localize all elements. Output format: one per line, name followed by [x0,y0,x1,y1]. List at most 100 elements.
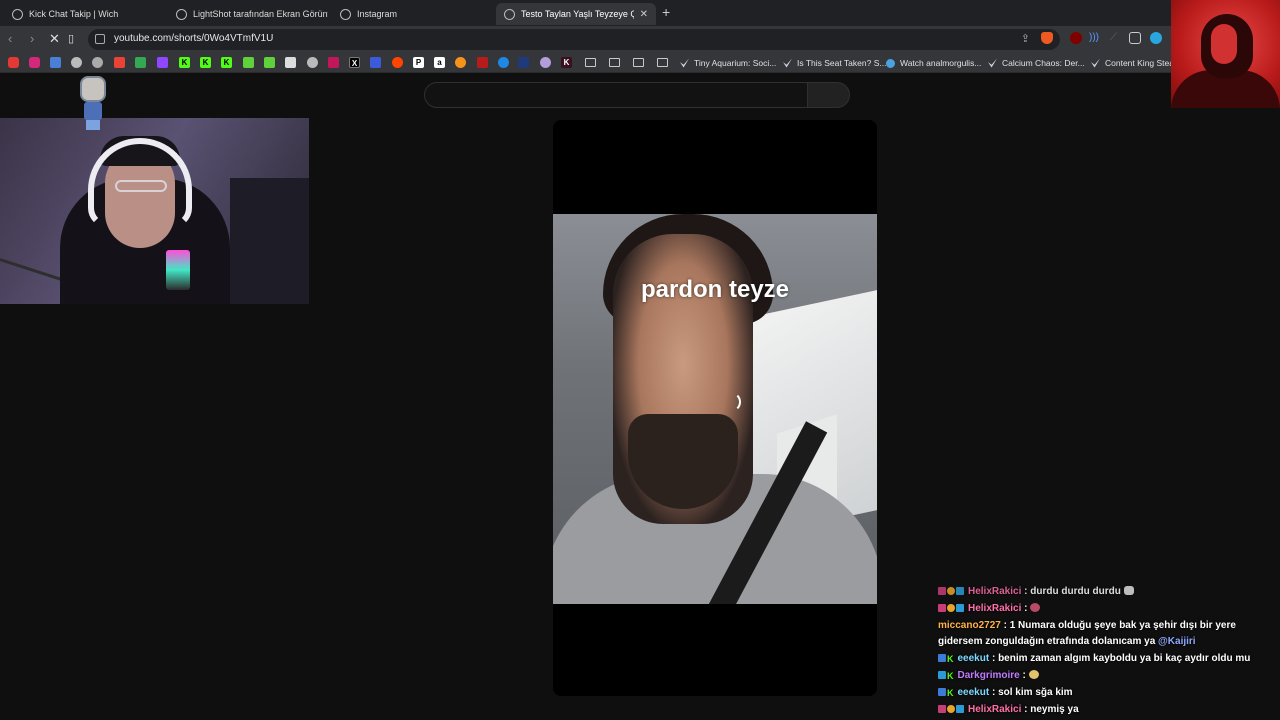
x-bookmark-icon[interactable]: X [349,57,360,68]
loading-spinner-icon [721,392,741,412]
bookmark-icon[interactable] [540,57,551,68]
bookmark-tiny-aquarium[interactable]: Tiny Aquarium: Soci... [680,56,776,70]
chat-message: miccano2727 : 1 Numara olduğu şeye bak y… [938,620,1236,647]
audio-extension-icon[interactable]: ))) [1089,32,1101,44]
chat-username: eeekut [957,687,990,698]
chat-username: HelixRakici [968,586,1022,597]
screenshot-icon[interactable] [1129,32,1141,44]
glasses [115,180,167,192]
steam-icon [1091,58,1100,68]
youtube-search-button[interactable] [807,82,850,108]
amazon-bookmark-icon[interactable]: a [434,57,445,68]
bookmarks-bar: K K K X P a K Tiny Aquarium: Soci... Is … [0,53,1280,73]
youtube-bookmark-icon[interactable] [8,57,19,68]
chat-message: Keeekut : benim zaman algım kayboldu ya … [938,651,1250,668]
extension-icon[interactable]: ⟋ [1110,32,1122,44]
chat-message: K Darkgrimoire : [938,668,1039,685]
play-bookmark-icon[interactable] [498,57,509,68]
red-portrait-overlay [1171,0,1280,108]
tab-title: LightShot tarafından Ekran Görüntüs [193,9,328,19]
bookmark-icon[interactable] [370,57,381,68]
url-text[interactable]: youtube.com/shorts/0Wo4VTmfV1U [114,33,273,44]
tab-title: Kick Chat Takip | Wich [29,9,119,19]
kick-bookmark-icon[interactable]: K [221,57,232,68]
address-bar[interactable]: youtube.com/shorts/0Wo4VTmfV1U ⇪ [88,29,1060,50]
forward-icon[interactable]: › [30,32,34,46]
chat-username: eeekut [957,653,990,664]
share-icon[interactable]: ⇪ [1021,32,1030,45]
youtube-search-input[interactable] [424,82,808,108]
site-info-icon[interactable] [95,34,105,44]
instagram-bookmark-icon[interactable] [29,57,40,68]
bookmark-watch[interactable]: Watch analmorgulis... [886,56,981,70]
video-frame: pardon teyze [553,214,877,604]
mal-bookmark-icon[interactable] [518,57,529,68]
chat-username: HelixRakici [968,603,1022,614]
ublock-icon[interactable] [1070,32,1082,44]
folder-icon[interactable] [657,58,668,67]
globe-bookmark-icon[interactable] [92,57,103,68]
globe-icon [176,8,187,20]
settings-bookmark-icon[interactable] [307,57,318,68]
skull-emote-icon [1123,586,1134,595]
shorts-player[interactable]: pardon teyze [553,120,877,696]
folder-icon[interactable] [609,58,620,67]
twitch-bookmark-icon[interactable] [157,57,168,68]
emote-icon [1030,603,1041,612]
video-caption: pardon teyze [640,276,790,303]
chat-text: durdu durdu durdu [1030,586,1121,597]
bookmark-content-king[interactable]: Content King Stean [1091,56,1179,70]
rgb-light [166,250,190,290]
bitcoin-bookmark-icon[interactable] [455,57,466,68]
tab-instagram[interactable]: Instagram [332,3,492,25]
chat-overlay: HelixRakici : durdu durdu durdu HelixRak… [930,584,1275,720]
tab-youtube-active[interactable]: Testo Taylan Yaşlı Teyzeye Çarpıy ✕ [496,3,656,25]
background-shelf [230,178,309,304]
gmail-bookmark-icon[interactable] [114,57,125,68]
bookmark-icon[interactable] [477,57,488,68]
tab-title: Testo Taylan Yaşlı Teyzeye Çarpıy [521,9,634,19]
bookmark-icon[interactable]: ▯ [68,32,74,46]
folder-icon[interactable] [633,58,644,67]
emote-icon [1028,670,1039,679]
p-bookmark-icon[interactable]: P [413,57,424,68]
steam-icon [680,58,689,68]
steam-icon [783,58,792,68]
bookmark-calcium-chaos[interactable]: Calcium Chaos: Der... [988,56,1085,70]
tab-title: Instagram [357,9,398,19]
bookmark-icon[interactable] [328,57,339,68]
chat-username: miccano2727 [938,620,1001,631]
instagram-icon [340,8,351,20]
brave-shields-icon[interactable] [1041,32,1053,44]
puzzle-bookmark-icon[interactable] [264,57,275,68]
watch-site-icon [886,58,895,68]
translate-bookmark-icon[interactable] [50,57,61,68]
chat-message: HelixRakici : durdu durdu durdu [938,584,1134,601]
back-icon[interactable]: ‹ [8,32,12,46]
close-tab-icon[interactable]: ✕ [640,9,648,20]
shazam-icon[interactable] [1150,32,1162,44]
folder-icon[interactable] [585,58,596,67]
stop-loading-icon[interactable]: ✕ [49,32,60,46]
globe-bookmark-icon[interactable] [71,57,82,68]
kick-bookmark-icon[interactable]: K [200,57,211,68]
tab-kick-chat[interactable]: Kick Chat Takip | Wich [4,3,164,25]
new-tab-button[interactable]: + [662,4,670,20]
kick-bookmark-icon[interactable]: K [561,57,572,68]
puzzle-bookmark-icon[interactable] [243,57,254,68]
tab-strip: Kick Chat Takip | Wich LightShot tarafın… [0,0,1280,26]
loading-icon [504,8,515,20]
globe-icon [12,8,23,20]
chat-message: Keeekut : sol kim sğa kim [938,685,1073,702]
reddit-bookmark-icon[interactable] [392,57,403,68]
screen: Kick Chat Takip | Wich LightShot tarafın… [0,0,1280,720]
chat-text: neymiş ya [1030,704,1079,715]
bookmark-seat-taken[interactable]: Is This Seat Taken? S... [783,56,886,70]
download-bookmark-icon[interactable] [285,57,296,68]
pixel-mascot-icon [78,74,108,134]
drive-bookmark-icon[interactable] [135,57,146,68]
kick-bookmark-icon[interactable]: K [179,57,190,68]
webcam-overlay [0,118,309,304]
tab-lightshot[interactable]: LightShot tarafından Ekran Görüntüs [168,3,328,25]
steam-icon [988,58,997,68]
